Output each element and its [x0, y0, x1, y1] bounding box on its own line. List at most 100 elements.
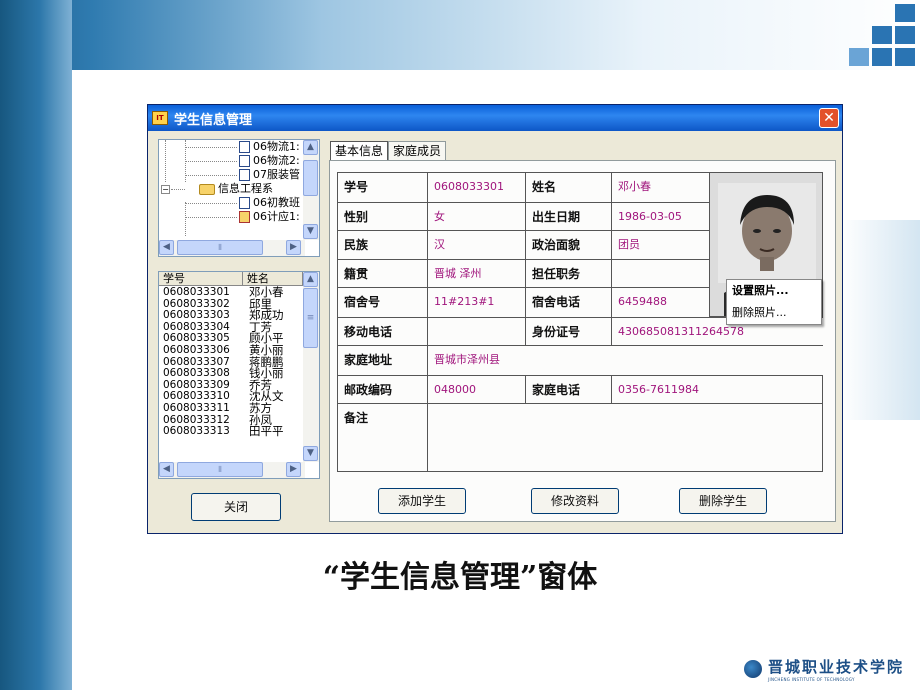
tree-item-label: 06初教班	[253, 196, 300, 209]
menu-item-set-photo[interactable]: 设置照片...	[727, 280, 821, 302]
tree-item[interactable]: 06物流2:	[239, 154, 300, 168]
delete-student-button[interactable]: 删除学生	[679, 488, 767, 514]
list-row[interactable]: 0608033301 邓小春	[159, 286, 303, 299]
tree-connector	[165, 140, 166, 182]
scroll-grip-icon: ≡	[306, 313, 315, 323]
list-row[interactable]: 0608033311 苏方	[159, 402, 303, 415]
postcode-value[interactable]: 048000	[427, 375, 525, 403]
list-cell-no: 0608033306	[163, 344, 230, 356]
document-icon	[239, 155, 250, 167]
dorm-no-value[interactable]: 11#213#1	[427, 287, 525, 317]
scroll-thumb[interactable]: ⦀	[177, 240, 263, 255]
tree-item-label: 06物流2:	[253, 154, 300, 167]
list-cell-no: 0608033311	[163, 402, 230, 414]
basic-info-page: 学号 0608033301 姓名 邓小春 性别 女 出生日期 1986-03-0…	[329, 160, 836, 522]
tree-connector	[185, 217, 237, 218]
name-label: 姓名	[525, 172, 611, 202]
scroll-down-arrow-icon[interactable]: ▼	[303, 224, 318, 239]
app-icon: IT	[152, 111, 168, 125]
list-horizontal-scrollbar[interactable]: ◀ ⦀ ▶	[159, 462, 305, 478]
gender-label: 性别	[337, 202, 427, 230]
list-header-name[interactable]: 姓名	[243, 272, 303, 286]
duty-value[interactable]	[611, 259, 709, 287]
dorm-phone-value[interactable]: 6459488	[611, 287, 709, 317]
birth-date-value[interactable]: 1986-03-05	[611, 202, 709, 230]
deco-square	[895, 48, 915, 66]
tree-connector	[185, 161, 237, 162]
ethnic-label: 民族	[337, 230, 427, 259]
tree-connector	[185, 203, 237, 204]
tab-basic-info[interactable]: 基本信息	[330, 141, 389, 161]
home-phone-value[interactable]: 0356-7611984	[611, 375, 823, 403]
scroll-right-arrow-icon[interactable]: ▶	[286, 462, 301, 477]
add-student-button[interactable]: 添加学生	[378, 488, 466, 514]
id-number-label: 身份证号	[525, 317, 611, 345]
window-title: 学生信息管理	[174, 112, 253, 128]
scroll-up-arrow-icon[interactable]: ▲	[303, 272, 318, 287]
scroll-left-arrow-icon[interactable]: ◀	[159, 240, 174, 255]
scroll-down-arrow-icon[interactable]: ▼	[303, 446, 318, 461]
document-icon	[239, 169, 250, 181]
document-icon	[239, 141, 250, 153]
tree-item[interactable]: 06计应1:	[239, 210, 300, 224]
student-no-value[interactable]: 0608033301	[427, 172, 525, 202]
tree-item-label: 07服装管	[253, 168, 300, 181]
name-value[interactable]: 邓小春	[611, 172, 709, 202]
slide-caption: “学生信息管理”窗体	[322, 560, 598, 595]
student-list[interactable]: 学号 姓名 0608033301 邓小春 0608033302 邱里 0608033…	[158, 271, 320, 479]
native-place-label: 籍贯	[337, 259, 427, 287]
political-status-label: 政治面貌	[525, 230, 611, 259]
tree-connector	[185, 202, 186, 236]
college-logo: 晋城职业技术学院 JINCHENG INSTITUTE OF TECHNOLOG…	[743, 656, 904, 682]
list-header-student-no[interactable]: 学号	[159, 272, 243, 286]
college-name-en: JINCHENG INSTITUTE OF TECHNOLOGY	[767, 677, 855, 682]
home-phone-label: 家庭电话	[525, 375, 611, 403]
list-vertical-scrollbar[interactable]: ▲ ≡ ▼	[303, 272, 319, 462]
dorm-phone-label: 宿舍电话	[525, 287, 611, 317]
scroll-left-arrow-icon[interactable]: ◀	[159, 462, 174, 477]
duty-label: 担任职务	[525, 259, 611, 287]
political-status-value[interactable]: 团员	[611, 230, 709, 259]
edit-profile-button[interactable]: 修改资料	[531, 488, 619, 514]
list-row[interactable]: 0608033313 田平平	[159, 426, 303, 438]
scroll-up-arrow-icon[interactable]: ▲	[303, 140, 318, 155]
scroll-thumb[interactable]: ≡	[303, 288, 318, 348]
mobile-value[interactable]	[427, 317, 525, 345]
ethnic-value[interactable]: 汉	[427, 230, 525, 259]
student-info-window: IT 学生信息管理 ✕ − 06物流1: 06物流2: 07服装管 信息工程系 …	[148, 105, 842, 533]
native-place-value[interactable]: 晋城 泽州	[427, 259, 525, 287]
address-label: 家庭地址	[337, 345, 427, 375]
tree-item[interactable]: 06物流1:	[239, 140, 300, 154]
tree-item[interactable]: 06初教班	[239, 196, 300, 210]
class-tree-view[interactable]: − 06物流1: 06物流2: 07服装管 信息工程系 06初教班 06计应1:…	[158, 139, 320, 257]
deco-square	[849, 48, 869, 66]
menu-item-delete-photo[interactable]: 删除照片...	[727, 302, 821, 324]
tree-vertical-scrollbar[interactable]: ▲ ▼	[303, 140, 319, 240]
list-cell-name: 田平平	[249, 424, 284, 439]
deco-square	[872, 48, 892, 66]
photo-context-menu: 设置照片... 删除照片...	[726, 279, 822, 325]
folder-open-icon	[199, 183, 215, 195]
remark-value[interactable]	[427, 403, 823, 472]
scroll-grip-icon: ⦀	[218, 243, 222, 252]
tab-family-members[interactable]: 家庭成员	[388, 141, 447, 161]
tab-strip: 基本信息 家庭成员	[330, 141, 447, 161]
close-window-button[interactable]: ✕	[819, 108, 839, 128]
scroll-thumb[interactable]	[303, 160, 318, 196]
tree-collapse-toggle[interactable]: −	[161, 185, 170, 194]
student-no-label: 学号	[337, 172, 427, 202]
college-name: 晋城职业技术学院	[767, 658, 904, 676]
birth-date-label: 出生日期	[525, 202, 611, 230]
tree-item-label: 06计应1:	[253, 210, 300, 223]
scroll-right-arrow-icon[interactable]: ▶	[286, 240, 301, 255]
address-value[interactable]: 晋城市泽州县	[427, 345, 823, 375]
tree-item[interactable]: 信息工程系	[199, 182, 273, 196]
gender-value[interactable]: 女	[427, 202, 525, 230]
close-button[interactable]: 关闭	[191, 493, 281, 521]
title-bar[interactable]: IT 学生信息管理	[148, 105, 842, 131]
deco-square	[872, 26, 892, 44]
tree-item-label: 信息工程系	[218, 182, 273, 195]
scroll-thumb[interactable]: ⦀	[177, 462, 263, 477]
tree-horizontal-scrollbar[interactable]: ◀ ⦀ ▶	[159, 240, 305, 256]
tree-item[interactable]: 07服装管	[239, 168, 300, 182]
